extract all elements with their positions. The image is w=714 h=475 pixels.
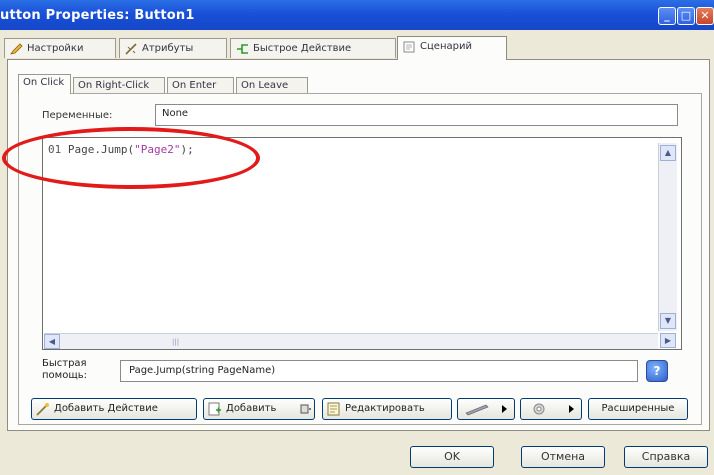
- code-icon: [300, 404, 311, 414]
- add-code-label: Добавить: [226, 403, 277, 414]
- scroll-up-icon[interactable]: ▲: [660, 145, 676, 161]
- maximize-button[interactable]: □: [677, 7, 695, 25]
- tab-quick-action[interactable]: Быстрое Действие: [230, 38, 396, 58]
- tab-on-click-label: On Click: [23, 77, 65, 88]
- options-dropdown-button[interactable]: [520, 398, 582, 420]
- edit-button[interactable]: Редактировать: [322, 398, 452, 420]
- tab-settings[interactable]: Настройки: [4, 38, 116, 58]
- title-bar: utton Properties: Button1 _ □ ✕: [0, 0, 714, 30]
- tab-attributes-label: Атрибуты: [142, 43, 194, 54]
- ok-button[interactable]: OK: [410, 446, 494, 468]
- add-document-icon: [208, 402, 221, 416]
- minimize-icon: _: [664, 9, 670, 22]
- horizontal-scrollbar[interactable]: ◀ |||: [44, 333, 658, 349]
- minimize-button[interactable]: _: [658, 7, 676, 25]
- top-tab-strip: Настройки Атрибуты Быстрое Действие Сцен…: [4, 36, 710, 60]
- advanced-button[interactable]: Расширенные: [588, 398, 688, 420]
- flow-arrow-icon: [237, 44, 248, 54]
- add-code-button[interactable]: Добавить: [203, 398, 315, 420]
- cancel-button[interactable]: Отмена: [521, 446, 605, 468]
- tools-dropdown-button[interactable]: [457, 398, 515, 420]
- tab-settings-label: Настройки: [27, 43, 84, 54]
- pen-icon: [465, 404, 489, 416]
- scroll-left-icon[interactable]: ◀: [44, 334, 60, 349]
- quick-help-field: Page.Jump(string PageName): [120, 360, 638, 382]
- tab-attributes[interactable]: Атрибуты: [119, 38, 227, 58]
- dropdown-arrow-icon: [569, 405, 574, 413]
- close-button[interactable]: ✕: [696, 7, 714, 25]
- tab-on-click[interactable]: On Click: [18, 74, 71, 94]
- dropdown-arrow-icon: [502, 405, 507, 413]
- variables-field[interactable]: None: [155, 104, 678, 126]
- window-title: utton Properties: Button1: [0, 8, 195, 23]
- tab-script-label: Сценарий: [420, 41, 472, 52]
- scroll-right-icon[interactable]: ▶: [660, 333, 676, 348]
- edit-icon: [327, 402, 340, 416]
- tab-script[interactable]: Сценарий: [397, 36, 507, 60]
- vertical-scrollbar[interactable]: ▲ ▼: [658, 143, 677, 331]
- wand-icon: [125, 43, 137, 55]
- annotation-ellipse: [2, 127, 260, 189]
- tab-on-leave-label: On Leave: [241, 80, 289, 91]
- add-action-button[interactable]: Добавить Действие: [31, 398, 197, 420]
- maximize-icon: □: [680, 9, 692, 22]
- scroll-down-icon[interactable]: ▼: [660, 313, 676, 329]
- tab-on-right-click-label: On Right-Click: [78, 80, 150, 91]
- help-question-icon[interactable]: ?: [646, 360, 668, 382]
- quick-help-label-line1: Быстрая: [42, 358, 87, 369]
- help-button[interactable]: Справка: [624, 446, 708, 468]
- advanced-label: Расширенные: [601, 403, 675, 414]
- tab-quick-action-label: Быстрое Действие: [253, 43, 352, 54]
- tab-on-enter-label: On Enter: [172, 80, 217, 91]
- quick-help-label-line2: помощь:: [42, 370, 87, 381]
- tab-on-right-click[interactable]: On Right-Click: [73, 77, 165, 94]
- quick-help-label: Быстрая помощь:: [42, 358, 87, 382]
- tab-on-enter[interactable]: On Enter: [167, 77, 234, 94]
- edit-label: Редактировать: [345, 403, 425, 414]
- script-icon: [403, 41, 415, 53]
- variables-label: Переменные:: [42, 110, 113, 121]
- add-action-label: Добавить Действие: [54, 403, 158, 414]
- wand-icon: [36, 403, 49, 416]
- scroll-grip-icon: |||: [172, 338, 180, 346]
- gear-icon: [533, 403, 545, 415]
- tab-on-leave[interactable]: On Leave: [236, 77, 308, 94]
- pencil-icon: [10, 43, 23, 55]
- close-icon: ✕: [700, 9, 710, 22]
